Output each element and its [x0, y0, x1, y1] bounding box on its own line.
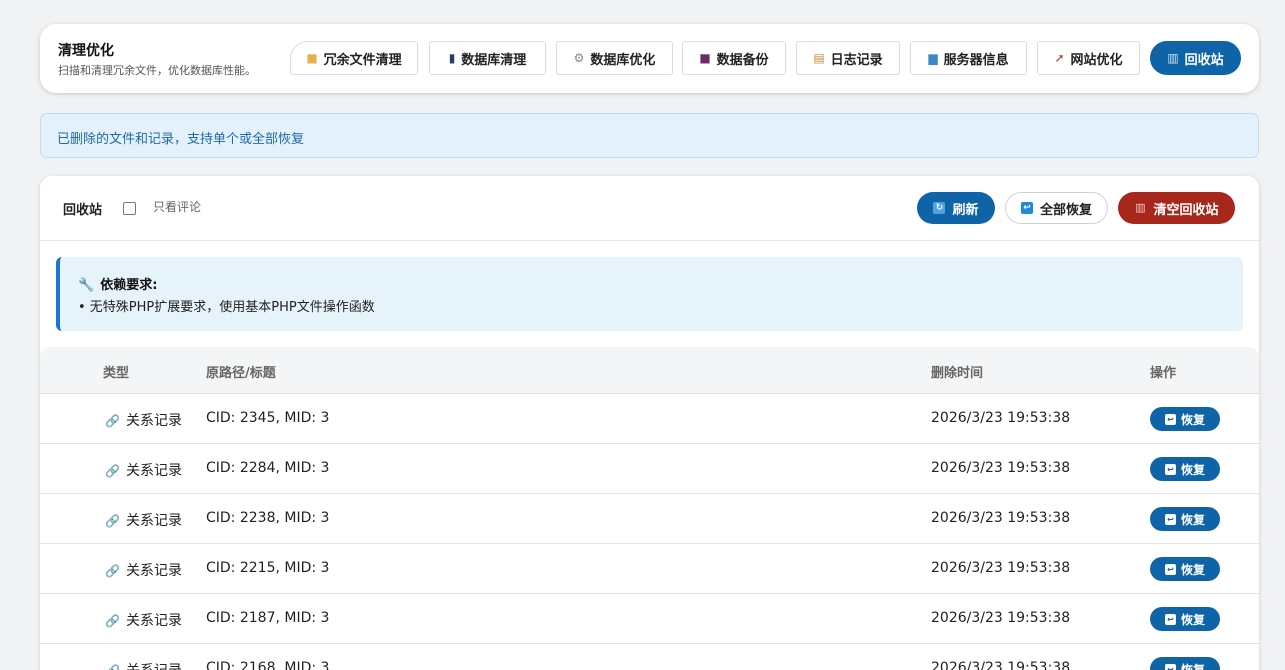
undo-icon: ↩: [1164, 513, 1176, 525]
undo-icon: ↩: [1020, 202, 1033, 214]
notice-text: 已删除的文件和记录，支持单个或全部恢复: [57, 132, 305, 147]
row-type-label: 关系记录: [125, 563, 182, 579]
tab-site-optimize[interactable]: ➚ 网站优化: [1037, 41, 1140, 75]
trash-icon: ▥: [1167, 51, 1179, 65]
clipboard-icon: ▤: [813, 51, 825, 65]
empty-recycle-bin-button[interactable]: ▥ 清空回收站: [1118, 192, 1235, 224]
tab-database-optimize[interactable]: ⚙ 数据库优化: [556, 41, 673, 75]
page-subtitle: 扫描和清理冗余文件，优化数据库性能。: [58, 64, 256, 77]
row-time: 2026/3/23 19:53:38: [931, 510, 1071, 526]
restore-button[interactable]: ↩ 恢复: [1150, 557, 1220, 581]
page-title: 清理优化: [58, 43, 114, 59]
row-path: CID: 2168, MID: 3: [206, 660, 330, 670]
tab-recycle-bin[interactable]: ▥ 回收站: [1150, 41, 1241, 75]
header-type: 类型: [103, 366, 130, 381]
restore-button[interactable]: ↩ 恢复: [1150, 507, 1220, 531]
undo-icon: ↩: [1164, 613, 1176, 625]
server-icon: ▆: [928, 51, 938, 65]
row-type: 🔗 关系记录: [105, 510, 182, 530]
toolbar: 回收站 只看评论 ↻ 刷新 ↩ 全部恢复 ▥ 清空回收站: [40, 176, 1259, 241]
table-row: 🔗 关系记录 CID: 2345, MID: 3 2026/3/23 19:53:38…: [40, 394, 1259, 444]
row-time: 2026/3/23 19:53:38: [931, 610, 1071, 626]
header-time: 删除时间: [931, 366, 984, 381]
row-path: CID: 2284, MID: 3: [206, 460, 330, 476]
tab-log-records[interactable]: ▤ 日志记录: [796, 41, 900, 75]
database-icon: ▮: [448, 51, 456, 65]
panel-title: 回收站: [63, 203, 103, 218]
trash-icon: ▥: [1135, 201, 1146, 214]
row-type: 🔗 关系记录: [105, 410, 182, 430]
undo-icon: ↩: [1164, 663, 1176, 670]
info-notice: 已删除的文件和记录，支持单个或全部恢复: [40, 113, 1259, 158]
row-path: CID: 2345, MID: 3: [206, 410, 330, 426]
table-row: 🔗 关系记录 CID: 2238, MID: 3 2026/3/23 19:53:38…: [40, 494, 1259, 544]
comments-only-checkbox[interactable]: [123, 202, 136, 215]
wrench-icon: 🔧: [78, 278, 95, 293]
recycle-bin-panel: 回收站 只看评论 ↻ 刷新 ↩ 全部恢复 ▥ 清空回收站 🔧 依赖要求: • 无特殊PH…: [40, 176, 1259, 670]
restore-button[interactable]: ↩ 恢复: [1150, 407, 1220, 431]
table-row: 🔗 关系记录 CID: 2168, MID: 3 2026/3/23 19:53:38…: [40, 644, 1259, 670]
row-type-label: 关系记录: [125, 613, 182, 629]
row-type: 🔗 关系记录: [105, 460, 182, 480]
refresh-icon: ↻: [933, 202, 946, 214]
link-icon: 🔗: [105, 464, 120, 478]
dependency-line: • 无特殊PHP扩展要求，使用基本PHP文件操作函数: [78, 300, 375, 315]
tab-redundant-files[interactable]: ■ 冗余文件清理: [290, 41, 418, 75]
row-time: 2026/3/23 19:53:38: [931, 460, 1071, 476]
row-type-label: 关系记录: [125, 513, 182, 529]
undo-icon: ↩: [1164, 413, 1176, 425]
rocket-icon: ➚: [1054, 51, 1065, 65]
row-type-label: 关系记录: [126, 663, 182, 670]
tab-database-cleanup[interactable]: ▮ 数据库清理: [429, 41, 546, 75]
tab-server-info[interactable]: ▆ 服务器信息: [910, 41, 1027, 75]
folder-icon: ■: [306, 51, 318, 65]
dependency-box: 🔧 依赖要求: • 无特殊PHP扩展要求，使用基本PHP文件操作函数: [56, 257, 1243, 331]
row-type: 🔗 关系记录: [105, 610, 182, 630]
row-type: 🔗 关系记录: [105, 660, 182, 670]
undo-icon: ↩: [1164, 563, 1176, 575]
refresh-button[interactable]: ↻ 刷新: [917, 192, 995, 224]
dependency-title: 依赖要求:: [100, 278, 158, 293]
comments-only-label: 只看评论: [153, 200, 202, 214]
table-row: 🔗 关系记录 CID: 2284, MID: 3 2026/3/23 19:53:38…: [40, 444, 1259, 494]
row-type-label: 关系记录: [125, 413, 182, 429]
undo-icon: ↩: [1164, 463, 1176, 475]
table-header: 类型 原路径/标题 删除时间 操作: [40, 347, 1259, 394]
restore-button[interactable]: ↩ 恢复: [1150, 607, 1220, 631]
link-icon: 🔗: [105, 614, 120, 628]
floppy-disk-icon: ■: [699, 51, 711, 65]
row-type: 🔗 关系记录: [105, 560, 182, 580]
header-card: 清理优化 扫描和清理冗余文件，优化数据库性能。 ■ 冗余文件清理 ▮ 数据库清理 ⚙…: [40, 24, 1259, 93]
row-time: 2026/3/23 19:53:38: [931, 410, 1071, 426]
row-path: CID: 2215, MID: 3: [206, 560, 330, 576]
table-row: 🔗 关系记录 CID: 2215, MID: 3 2026/3/23 19:53:38…: [40, 544, 1259, 594]
header-action: 操作: [1150, 366, 1177, 381]
link-icon: 🔗: [105, 514, 120, 528]
row-time: 2026/3/23 19:53:38: [931, 560, 1071, 576]
restore-all-button[interactable]: ↩ 全部恢复: [1005, 192, 1108, 224]
tab-data-backup[interactable]: ■ 数据备份: [682, 41, 786, 75]
link-icon: 🔗: [105, 664, 120, 670]
restore-button[interactable]: ↩ 恢复: [1150, 457, 1220, 481]
table-row: 🔗 关系记录 CID: 2187, MID: 3 2026/3/23 19:53:38…: [40, 594, 1259, 644]
link-icon: 🔗: [105, 564, 120, 578]
link-icon: 🔗: [105, 414, 120, 428]
gear-icon: ⚙: [573, 51, 585, 65]
restore-button[interactable]: ↩ 恢复: [1150, 657, 1220, 670]
row-path: CID: 2238, MID: 3: [206, 510, 330, 526]
header-path: 原路径/标题: [206, 366, 276, 381]
row-time: 2026/3/23 19:53:38: [931, 660, 1071, 670]
row-type-label: 关系记录: [125, 463, 182, 479]
row-path: CID: 2187, MID: 3: [206, 610, 330, 626]
